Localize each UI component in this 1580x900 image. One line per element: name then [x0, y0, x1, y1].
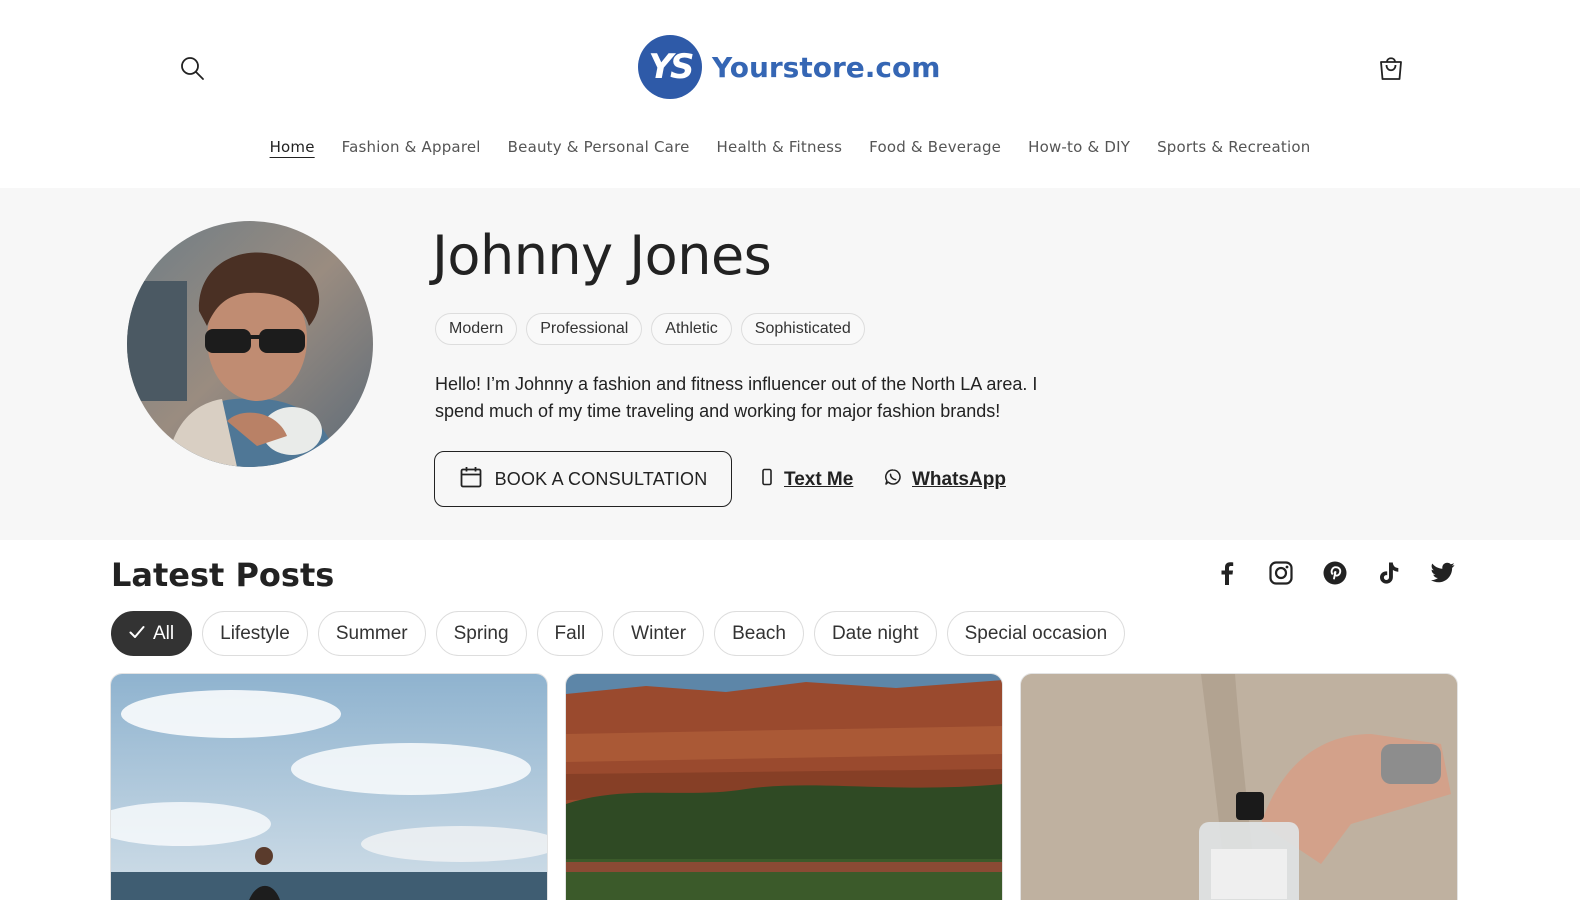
- main-nav: Home Fashion & Apparel Beauty & Personal…: [0, 138, 1580, 156]
- filter-chip-winter[interactable]: Winter: [613, 611, 705, 656]
- filter-chip-fall[interactable]: Fall: [536, 611, 604, 656]
- nav-item-health[interactable]: Health & Fitness: [717, 138, 843, 156]
- post-image-beach: [111, 674, 547, 900]
- filter-chip-date-night[interactable]: Date night: [813, 611, 937, 656]
- filter-chip-beach[interactable]: Beach: [714, 611, 804, 656]
- profile-hero: Johnny Jones Modern Professional Athleti…: [0, 188, 1580, 540]
- pinterest-icon[interactable]: [1322, 560, 1348, 586]
- nav-item-sports[interactable]: Sports & Recreation: [1157, 138, 1310, 156]
- nav-item-beauty[interactable]: Beauty & Personal Care: [508, 138, 690, 156]
- post-card[interactable]: [110, 673, 548, 900]
- cart-icon[interactable]: [1376, 53, 1406, 83]
- phone-icon: [760, 468, 774, 492]
- filter-chip-all[interactable]: All: [111, 611, 193, 656]
- logo-text: Yourstore.com: [712, 50, 941, 84]
- nav-item-howto[interactable]: How-to & DIY: [1028, 138, 1130, 156]
- profile-name: Johnny Jones: [432, 224, 772, 287]
- tag-chip: Sophisticated: [740, 313, 865, 345]
- site-header: YS Yourstore.com Home Fashion & Apparel …: [0, 0, 1580, 188]
- tiktok-icon[interactable]: [1376, 560, 1402, 586]
- nav-item-food[interactable]: Food & Beverage: [869, 138, 1001, 156]
- whatsapp-link[interactable]: WhatsApp: [884, 468, 1006, 492]
- whatsapp-icon: [884, 468, 902, 492]
- post-image-fragrance: [1021, 674, 1457, 900]
- profile-tags: Modern Professional Athletic Sophisticat…: [435, 313, 865, 345]
- filter-chip-summer[interactable]: Summer: [317, 611, 426, 656]
- post-card[interactable]: [1020, 673, 1458, 900]
- post-filters: All Lifestyle Summer Spring Fall Winter …: [111, 611, 1126, 656]
- twitter-icon[interactable]: [1430, 560, 1456, 586]
- tag-chip: Professional: [526, 313, 643, 345]
- latest-posts-title: Latest Posts: [111, 556, 335, 594]
- check-icon: [129, 623, 145, 645]
- avatar: [127, 221, 373, 467]
- text-me-label: Text Me: [784, 469, 854, 490]
- whatsapp-label: WhatsApp: [912, 469, 1006, 490]
- logo-mark: YS: [638, 35, 702, 99]
- instagram-icon[interactable]: [1268, 560, 1294, 586]
- book-consultation-label: BOOK A CONSULTATION: [494, 468, 708, 489]
- tag-chip: Modern: [435, 313, 518, 345]
- calendar-icon: [459, 465, 483, 494]
- text-me-link[interactable]: Text Me: [760, 468, 853, 492]
- social-links: [1214, 560, 1456, 586]
- post-image-canyon: [566, 674, 1002, 900]
- profile-bio: Hello! I’m Johnny a fashion and fitness …: [435, 374, 1038, 421]
- post-card[interactable]: [565, 673, 1003, 900]
- facebook-icon[interactable]: [1214, 560, 1240, 586]
- book-consultation-button[interactable]: BOOK A CONSULTATION: [434, 451, 732, 507]
- filter-chip-special-occasion[interactable]: Special occasion: [946, 611, 1126, 656]
- search-icon[interactable]: [178, 54, 206, 82]
- site-logo[interactable]: YS Yourstore.com: [638, 35, 940, 99]
- post-grid: [110, 673, 1458, 900]
- filter-label: All: [153, 622, 175, 644]
- filter-chip-lifestyle[interactable]: Lifestyle: [202, 611, 308, 656]
- tag-chip: Athletic: [651, 313, 732, 345]
- nav-item-home[interactable]: Home: [270, 138, 315, 156]
- filter-chip-spring[interactable]: Spring: [435, 611, 527, 656]
- nav-item-fashion[interactable]: Fashion & Apparel: [342, 138, 481, 156]
